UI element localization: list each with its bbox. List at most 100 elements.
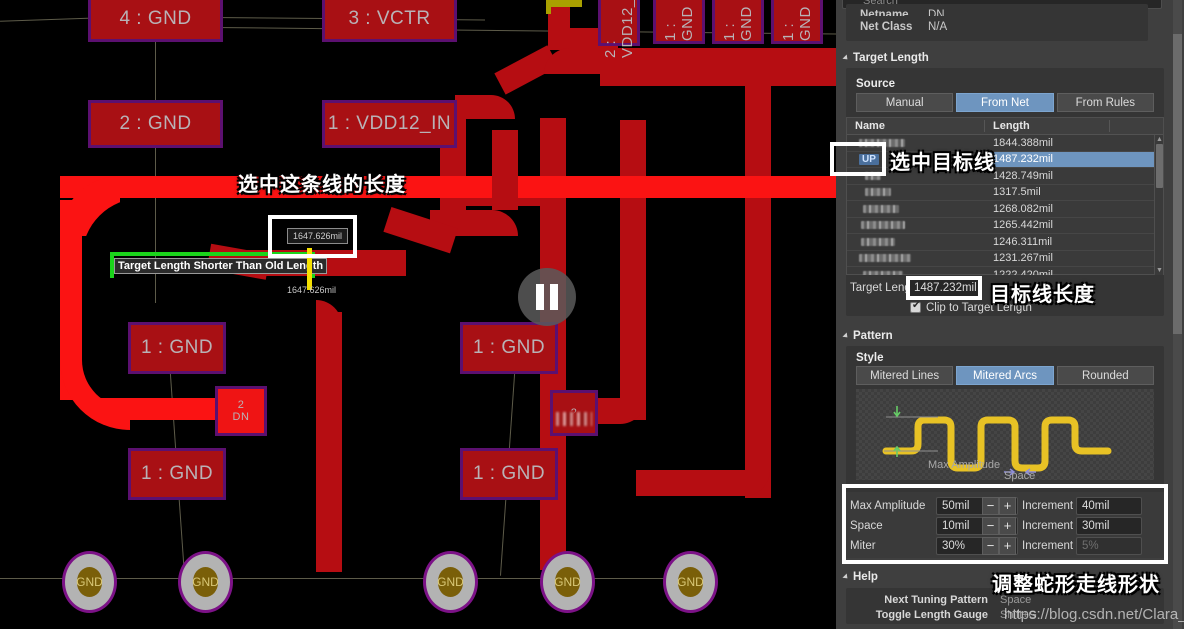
style-option-rounded[interactable]: Rounded bbox=[1056, 366, 1154, 385]
pad-vertical[interactable]: 1 : GND bbox=[712, 0, 764, 44]
style-label: Style bbox=[856, 352, 884, 364]
pause-icon-bar bbox=[536, 284, 544, 310]
row-length-cell: 1487.232mil bbox=[985, 151, 1154, 167]
panel-scrollbar-thumb[interactable] bbox=[1173, 34, 1182, 334]
via-gnd[interactable]: GND bbox=[178, 551, 233, 613]
pad-small-dn[interactable]: 2 DN bbox=[215, 386, 267, 436]
source-option-from-net[interactable]: From Net bbox=[956, 93, 1054, 112]
callout-select-target-net: 选中目标线 bbox=[890, 150, 995, 174]
via-label: GND bbox=[76, 575, 103, 589]
pattern-preview: Max Amplitude Space bbox=[856, 389, 1154, 482]
table-row[interactable]: 1222.420mil bbox=[847, 267, 1163, 275]
help-key: Toggle Length Gauge bbox=[875, 609, 988, 621]
section-header-target-length[interactable]: Target Length bbox=[842, 52, 929, 64]
length-readout-secondary: 1647.626mil bbox=[287, 285, 337, 295]
row-name-cell bbox=[847, 234, 985, 250]
callout-adjust-pattern-shape: 调整蛇形走线形状 bbox=[992, 572, 1160, 596]
pad-vertical[interactable]: 1 : GND bbox=[653, 0, 705, 44]
via-gnd[interactable]: GND bbox=[663, 551, 718, 613]
section-title: Pattern bbox=[853, 330, 893, 342]
pad[interactable]: 1 : GND bbox=[128, 322, 226, 374]
via-label: GND bbox=[437, 575, 464, 589]
length-gauge-label: Target Length Shorter Than Old Length bbox=[114, 258, 328, 274]
source-segmented-control[interactable]: Manual From Net From Rules bbox=[856, 93, 1154, 112]
style-option-mitered-arcs[interactable]: Mitered Arcs bbox=[956, 366, 1054, 385]
preview-label-max-amplitude: Max Amplitude bbox=[928, 459, 1001, 471]
pause-icon-bar bbox=[550, 284, 558, 310]
pad-vertical[interactable]: 1 : GND bbox=[771, 0, 823, 44]
pad[interactable]: 4 : GND bbox=[88, 0, 223, 42]
table-scrollbar[interactable]: ▲ ▼ bbox=[1154, 135, 1163, 275]
help-key: Next Tuning Pattern bbox=[884, 594, 988, 606]
highlight-box-net-row bbox=[830, 142, 886, 176]
pad[interactable]: 2 : GND bbox=[88, 100, 223, 148]
column-header-length[interactable]: Length bbox=[985, 120, 1110, 132]
net-info-box: Netname DN Net Class N/A bbox=[846, 4, 1148, 41]
info-key: Net Class bbox=[860, 21, 913, 33]
pause-button[interactable] bbox=[518, 268, 576, 326]
table-row[interactable]: 1246.311mil bbox=[847, 234, 1163, 251]
yellow-marker bbox=[546, 0, 551, 14]
row-name-cell bbox=[847, 185, 985, 201]
column-header-name[interactable]: Name bbox=[847, 120, 985, 132]
pad-number: 2 bbox=[237, 399, 245, 411]
pad[interactable]: 1 : GND bbox=[128, 448, 226, 500]
pattern-preview-waveform bbox=[882, 406, 1112, 476]
row-name-cell bbox=[847, 267, 985, 275]
table-row[interactable]: 1265.442mil bbox=[847, 218, 1163, 234]
row-name-cell bbox=[847, 201, 985, 217]
pad-blur-overlay bbox=[556, 412, 592, 426]
source-option-from-rules[interactable]: From Rules bbox=[1056, 93, 1154, 112]
via-gnd[interactable]: GND bbox=[423, 551, 478, 613]
style-segmented-control[interactable]: Mitered Lines Mitered Arcs Rounded bbox=[856, 366, 1154, 385]
scroll-up-arrow-icon[interactable]: ▲ bbox=[1156, 136, 1163, 143]
pcb-canvas[interactable]: 4 : GND 3 : VCTR 2 : GND 1 : VDD12_IN 1 … bbox=[0, 0, 836, 629]
pad[interactable]: 1 : GND bbox=[460, 322, 558, 374]
via-gnd[interactable]: GND bbox=[62, 551, 117, 613]
source-label: Source bbox=[856, 78, 895, 90]
info-value: N/A bbox=[928, 21, 948, 33]
row-length-cell: 1265.442mil bbox=[993, 219, 1053, 232]
source-option-manual[interactable]: Manual bbox=[856, 93, 954, 112]
trace-main-route bbox=[600, 60, 836, 86]
app-root: 4 : GND 3 : VCTR 2 : GND 1 : VDD12_IN 1 … bbox=[0, 0, 1184, 629]
trace-main-route bbox=[316, 312, 342, 572]
trace-main-route bbox=[636, 470, 696, 496]
clip-to-target-checkbox[interactable] bbox=[910, 300, 921, 313]
panel-scrollbar[interactable] bbox=[1173, 0, 1182, 629]
table-row[interactable]: 1317.5mil bbox=[847, 185, 1163, 201]
table-header-row: Name Length bbox=[847, 118, 1163, 135]
trace-main-route bbox=[316, 300, 342, 340]
row-length-cell: 1222.420mil bbox=[993, 268, 1053, 275]
scrollbar-thumb[interactable] bbox=[1156, 144, 1163, 188]
info-value: DN bbox=[928, 9, 945, 16]
table-row[interactable]: 1268.082mil bbox=[847, 201, 1163, 218]
yellow-marker bbox=[546, 0, 582, 7]
section-header-pattern[interactable]: Pattern bbox=[842, 330, 893, 342]
net-length-table[interactable]: Name Length 1844.388mil UP 1487.232mil 1… bbox=[846, 117, 1164, 275]
pad-sub: DN bbox=[232, 411, 250, 423]
row-length-cell: 1844.388mil bbox=[993, 136, 1053, 149]
pad[interactable]: 1 : GND bbox=[460, 448, 558, 500]
info-key: Netname bbox=[860, 9, 909, 16]
row-name-cell bbox=[847, 218, 985, 234]
table-row[interactable]: 1231.267mil bbox=[847, 251, 1163, 267]
highlight-box-length bbox=[268, 215, 357, 258]
highlight-box-target-length bbox=[906, 276, 982, 300]
pad[interactable]: 3 : VCTR bbox=[322, 0, 457, 42]
callout-select-length: 选中这条线的长度 bbox=[238, 172, 406, 196]
scroll-down-arrow-icon[interactable]: ▼ bbox=[1156, 267, 1163, 274]
collapse-triangle-icon bbox=[842, 54, 850, 62]
pad-vertical[interactable]: 2 : VDD12_IN bbox=[598, 0, 640, 58]
style-option-mitered-lines[interactable]: Mitered Lines bbox=[856, 366, 954, 385]
preview-label-space: Space bbox=[1004, 470, 1036, 482]
trace-segment bbox=[492, 130, 518, 210]
via-gnd[interactable]: GND bbox=[540, 551, 595, 613]
pad[interactable]: 1 : VDD12_IN bbox=[322, 100, 457, 148]
collapse-triangle-icon bbox=[842, 573, 850, 581]
row-length-cell: 1317.5mil bbox=[993, 186, 1041, 199]
row-length-cell: 1246.311mil bbox=[993, 235, 1053, 248]
highlight-box-pattern-params bbox=[842, 484, 1168, 564]
callout-target-net-length: 目标线长度 bbox=[990, 282, 1095, 306]
section-header-help[interactable]: Help bbox=[842, 571, 878, 583]
